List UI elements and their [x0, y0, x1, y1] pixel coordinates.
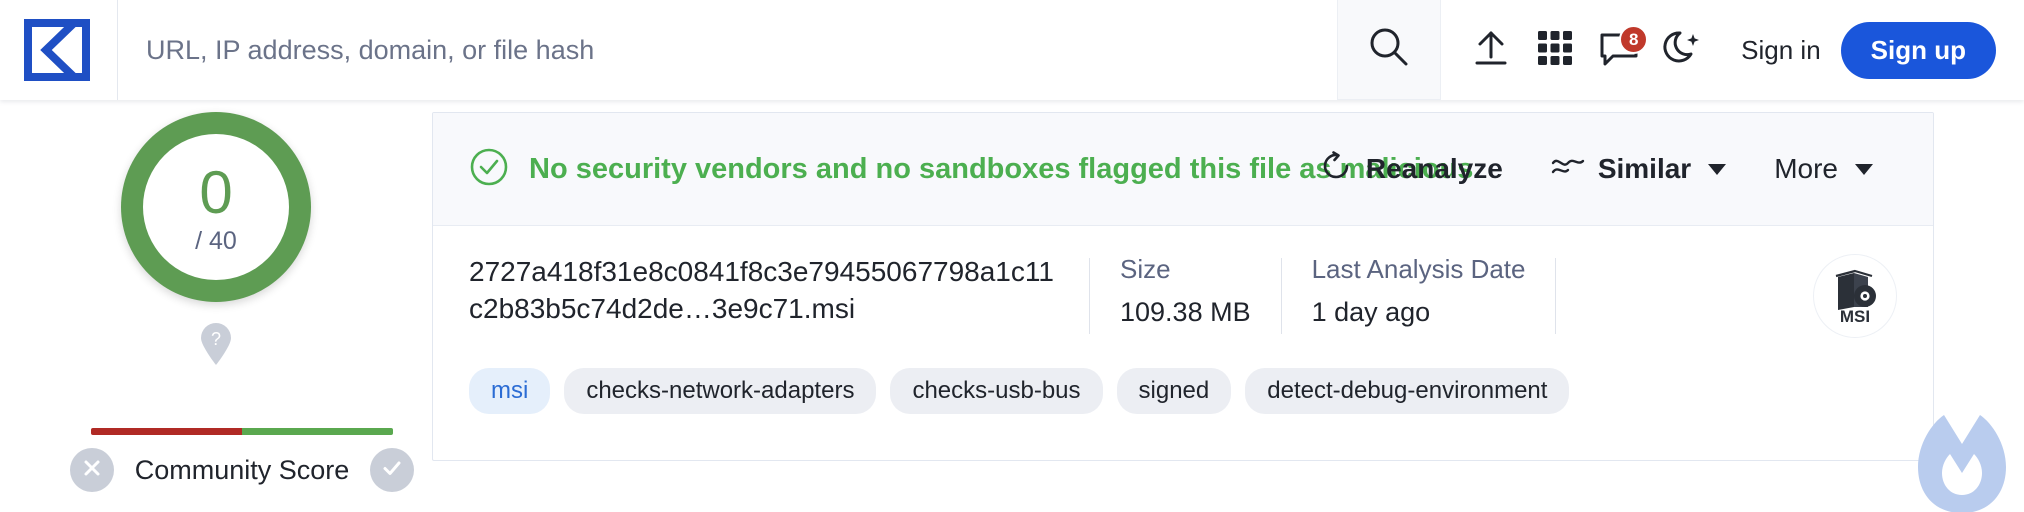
tag-checks-usb-bus[interactable]: checks-usb-bus	[890, 368, 1103, 414]
tag-signed[interactable]: signed	[1116, 368, 1232, 414]
refresh-icon	[1321, 150, 1353, 189]
moon-dark-mode-icon	[1661, 26, 1705, 75]
svg-text:MSI: MSI	[1840, 307, 1870, 325]
detection-donut-inner: 0 / 40	[143, 134, 289, 280]
notification-badge: 8	[1619, 25, 1649, 54]
file-name: 2727a418f31e8c0841f8c3e79455067798a1c11c…	[469, 256, 1054, 324]
apps-button[interactable]	[1523, 18, 1587, 82]
theme-toggle-button[interactable]	[1651, 18, 1715, 82]
reanalyze-label: Reanalyze	[1365, 153, 1503, 184]
chevron-down-icon	[1708, 163, 1727, 175]
community-downvote-button[interactable]	[70, 448, 114, 492]
svg-text:?: ?	[211, 329, 221, 349]
similar-waves-icon	[1551, 153, 1585, 185]
comments-button[interactable]: 8	[1587, 18, 1651, 82]
divider	[1555, 258, 1557, 334]
community-score-bar	[91, 428, 393, 435]
detection-donut: 0 / 40	[121, 112, 311, 302]
community-score-help[interactable]: ?	[199, 322, 233, 371]
sign-in-link[interactable]: Sign in	[1715, 35, 1841, 66]
reanalyze-button[interactable]: Reanalyze	[1297, 150, 1527, 189]
file-report-card: No security vendors and no sandboxes fla…	[432, 112, 1934, 461]
tag-msi[interactable]: msi	[469, 368, 551, 414]
community-score-negative	[91, 428, 242, 435]
upload-icon	[1469, 26, 1513, 75]
community-score-label: Community Score	[134, 454, 350, 485]
community-upvote-button[interactable]	[369, 448, 414, 492]
virustotal-logo-link[interactable]	[0, 0, 118, 100]
header-actions: 8 Sign in Sign up	[1441, 0, 2024, 100]
search-area	[118, 0, 1442, 100]
report-actions: Reanalyze Similar More	[1297, 150, 1897, 189]
file-size-label: Size	[1120, 254, 1171, 284]
search-submit-button[interactable]	[1337, 0, 1442, 100]
file-size-value: 109.38 MB	[1120, 297, 1251, 327]
last-analysis-label: Last Analysis Date	[1311, 254, 1526, 284]
page-body: 0 / 40 ? Community Score No security ven…	[0, 100, 2024, 512]
tag-checks-network-adapters[interactable]: checks-network-adapters	[564, 368, 877, 414]
virustotal-logo-icon	[23, 19, 94, 81]
last-analysis-value: 1 day ago	[1311, 297, 1431, 327]
community-score-positive	[242, 428, 393, 435]
file-tags: msi checks-network-adapters checks-usb-b…	[469, 368, 1897, 414]
more-label: More	[1774, 153, 1838, 184]
last-analysis: Last Analysis Date 1 day ago	[1282, 254, 1556, 328]
check-circle-icon	[380, 456, 404, 485]
similar-label: Similar	[1597, 153, 1692, 184]
upload-button[interactable]	[1459, 18, 1523, 82]
detection-count: 0	[199, 158, 233, 226]
similar-button[interactable]: Similar	[1527, 153, 1750, 185]
file-size: Size 109.38 MB	[1090, 254, 1281, 328]
file-details: 2727a418f31e8c0841f8c3e79455067798a1c11c…	[433, 226, 1933, 460]
detection-score-panel: 0 / 40 ? Community Score	[0, 100, 432, 492]
chevron-down-icon	[1855, 163, 1873, 175]
verdict-header: No security vendors and no sandboxes fla…	[433, 113, 1933, 226]
apps-grid-icon	[1535, 28, 1575, 73]
file-type-badge: MSI	[1813, 254, 1897, 338]
msi-file-icon: MSI	[1824, 263, 1886, 330]
search-icon	[1367, 25, 1411, 74]
top-header: 8 Sign in Sign up	[0, 0, 2024, 100]
community-score-row: Community Score	[70, 448, 414, 492]
verdict: No security vendors and no sandboxes fla…	[469, 147, 1473, 192]
tag-detect-debug-environment[interactable]: detect-debug-environment	[1245, 368, 1570, 414]
check-circle-icon	[469, 147, 509, 192]
file-meta-row: 2727a418f31e8c0841f8c3e79455067798a1c11c…	[469, 254, 1897, 338]
search-input[interactable]	[118, 0, 1338, 100]
detection-total: / 40	[195, 226, 237, 255]
sign-up-button[interactable]: Sign up	[1840, 21, 1996, 79]
x-circle-icon	[81, 457, 103, 484]
more-button[interactable]: More	[1750, 153, 1897, 185]
help-pin-icon: ?	[199, 323, 233, 370]
